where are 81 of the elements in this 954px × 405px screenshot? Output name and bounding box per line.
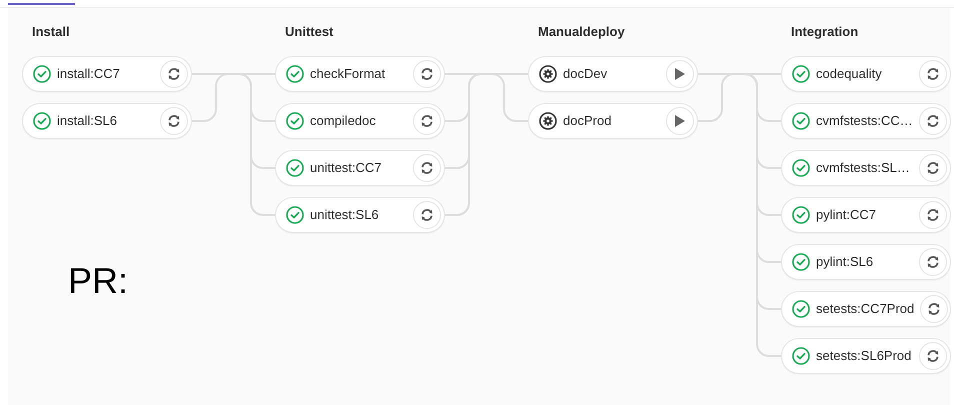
retry-button[interactable] xyxy=(919,60,947,88)
job-node[interactable]: compiledoc xyxy=(275,103,445,139)
success-check-icon xyxy=(792,253,810,271)
gear-icon xyxy=(539,65,557,83)
success-check-icon xyxy=(792,206,810,224)
retry-icon xyxy=(420,208,434,222)
job-node[interactable]: install:SL6 xyxy=(22,103,192,139)
retry-button[interactable] xyxy=(160,107,188,135)
play-icon xyxy=(674,114,686,128)
job-node[interactable]: unittest:CC7 xyxy=(275,150,445,186)
retry-button[interactable] xyxy=(920,295,948,323)
job-name: pylint:CC7 xyxy=(816,206,877,224)
job-node[interactable]: unittest:SL6 xyxy=(275,197,445,233)
retry-button[interactable] xyxy=(919,248,947,276)
success-check-icon xyxy=(792,65,810,83)
stage-title: Install xyxy=(31,23,71,41)
retry-icon xyxy=(926,114,940,128)
retry-icon xyxy=(420,161,434,175)
play-icon xyxy=(674,67,686,81)
pr-label: PR: xyxy=(68,259,128,303)
success-check-icon xyxy=(286,65,304,83)
success-check-icon xyxy=(286,159,304,177)
retry-icon xyxy=(926,255,940,269)
job-name: install:CC7 xyxy=(57,65,121,84)
job-node[interactable]: pylint:SL6 xyxy=(781,244,951,280)
retry-icon xyxy=(167,67,181,81)
job-name: pylint:SL6 xyxy=(816,253,874,272)
gear-icon xyxy=(539,112,557,130)
job-node[interactable]: cvmfstests:CC… xyxy=(781,103,951,139)
success-check-icon xyxy=(33,65,51,83)
job-name: unittest:CC7 xyxy=(310,159,383,178)
job-name: setests:SL6Prod xyxy=(816,347,912,366)
retry-icon xyxy=(420,67,434,81)
job-node[interactable]: checkFormat xyxy=(275,56,445,92)
stage-title: Unittest xyxy=(284,23,334,41)
retry-button[interactable] xyxy=(413,60,441,88)
job-node[interactable]: codequality xyxy=(781,56,951,92)
job-name: codequality xyxy=(816,65,883,84)
job-name: install:SL6 xyxy=(57,112,118,130)
retry-icon xyxy=(927,302,942,316)
retry-icon xyxy=(926,349,940,363)
success-check-icon xyxy=(792,112,810,130)
retry-button[interactable] xyxy=(413,201,441,229)
job-name: cvmfstests:SL… xyxy=(816,159,911,178)
job-name: docProd xyxy=(563,112,612,130)
job-node[interactable]: pylint:CC7 xyxy=(781,197,951,233)
success-check-icon xyxy=(286,206,304,224)
stage-title: Manualdeploy xyxy=(537,23,626,41)
retry-icon xyxy=(167,114,181,128)
success-check-icon xyxy=(792,347,810,365)
retry-button[interactable] xyxy=(919,201,947,229)
job-node[interactable]: install:CC7 xyxy=(22,56,192,92)
retry-button[interactable] xyxy=(413,107,441,135)
stage-title: Integration xyxy=(790,23,860,41)
retry-icon xyxy=(926,161,940,175)
job-name: unittest:SL6 xyxy=(310,206,380,224)
success-check-icon xyxy=(286,112,304,130)
retry-button[interactable] xyxy=(919,107,947,135)
job-name: checkFormat xyxy=(310,65,386,84)
retry-icon xyxy=(926,67,940,81)
retry-button[interactable] xyxy=(413,154,441,182)
success-check-icon xyxy=(33,112,51,130)
retry-button[interactable] xyxy=(919,154,947,182)
active-tab-indicator xyxy=(8,3,75,5)
job-name: docDev xyxy=(563,65,608,84)
job-name: cvmfstests:CC… xyxy=(816,112,913,130)
retry-button[interactable] xyxy=(919,342,947,370)
job-node[interactable]: cvmfstests:SL… xyxy=(781,150,951,186)
job-node[interactable]: setests:SL6Prod xyxy=(781,338,951,374)
job-node[interactable]: docDev xyxy=(528,56,698,92)
retry-button[interactable] xyxy=(160,60,188,88)
job-name: compiledoc xyxy=(310,112,377,130)
retry-icon xyxy=(420,114,434,128)
job-node[interactable]: setests:CC7Prod xyxy=(781,291,951,327)
play-button[interactable] xyxy=(666,60,694,88)
job-name: setests:CC7Prod xyxy=(816,300,914,318)
success-check-icon xyxy=(792,300,810,318)
success-check-icon xyxy=(792,159,810,177)
retry-icon xyxy=(926,208,940,222)
job-node[interactable]: docProd xyxy=(528,103,698,139)
play-button[interactable] xyxy=(666,107,694,135)
